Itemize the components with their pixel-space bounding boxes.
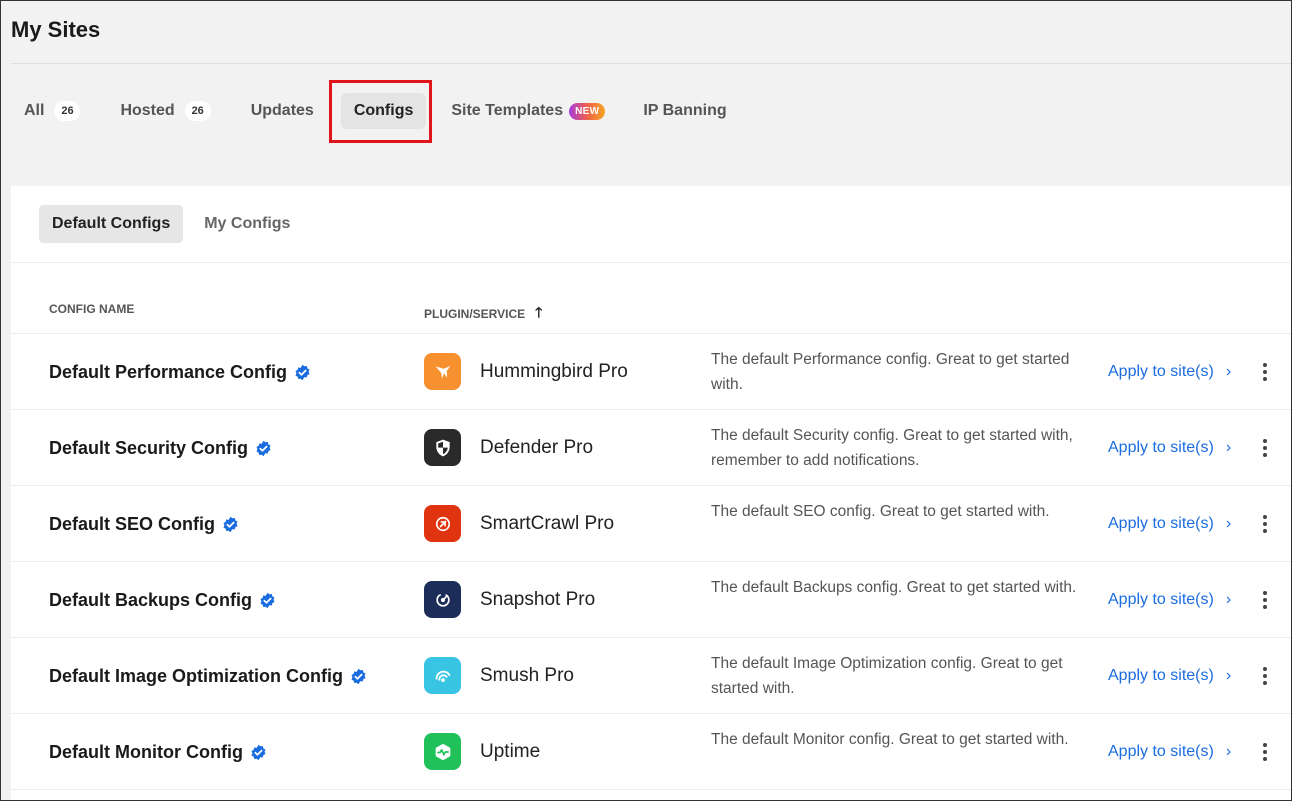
tab-all-count: 26 [54, 101, 81, 121]
tab-hosted-label: Hosted [120, 102, 175, 119]
subtab-my-configs[interactable]: My Configs [191, 205, 303, 243]
plugin-name: Smush Pro [480, 665, 574, 686]
config-name-text: Default SEO Config [49, 513, 215, 534]
config-name: Default Backups Config [49, 562, 276, 638]
apply-to-sites-label: Apply to site(s) [1108, 591, 1214, 608]
chevron-right-icon: › [1225, 363, 1232, 380]
tab-hosted[interactable]: Hosted 26 [107, 93, 223, 129]
smartcrawl-icon [424, 505, 461, 542]
more-options-icon[interactable] [1257, 360, 1273, 384]
title-divider [11, 63, 1291, 64]
plugin-name: Defender Pro [480, 437, 594, 458]
apply-to-sites-link[interactable]: Apply to site(s) › [1108, 562, 1231, 638]
smush-icon [424, 657, 461, 694]
chevron-right-icon: › [1225, 439, 1232, 456]
verified-badge-icon [259, 592, 276, 609]
table-row: Default Performance Config Hummingbird P… [11, 333, 1291, 409]
chevron-right-icon: › [1225, 667, 1232, 684]
config-description: The default Backups config. Great to get… [711, 579, 1077, 596]
config-subtabs: Default Configs My Configs [39, 205, 311, 243]
config-name: Default Image Optimization Config [49, 638, 367, 714]
table-row: Default SEO Config SmartCrawl Pro The de… [11, 485, 1291, 561]
configs-panel: Default Configs My Configs CONFIG NAME P… [11, 186, 1291, 800]
apply-to-sites-label: Apply to site(s) [1108, 515, 1214, 532]
tab-all[interactable]: All 26 [11, 93, 93, 129]
tab-configs-label: Configs [353, 102, 414, 119]
config-name: Default Security Config [49, 410, 272, 486]
more-options-icon[interactable] [1257, 664, 1273, 688]
tab-site-templates[interactable]: Site Templates NEW [438, 93, 618, 129]
config-name: Default Monitor Config [49, 714, 267, 790]
config-name-text: Default Monitor Config [49, 741, 243, 762]
more-options-icon[interactable] [1257, 436, 1273, 460]
column-header-plugin-service-label: PLUGIN/SERVICE [424, 307, 526, 321]
verified-badge-icon [294, 364, 311, 381]
config-name-text: Default Security Config [49, 437, 249, 458]
config-name: Default Performance Config [49, 334, 311, 410]
tab-configs[interactable]: Configs [340, 93, 427, 129]
verified-badge-icon [350, 668, 367, 685]
app-frame: My Sites All 26 Hosted 26 Updates Config… [0, 0, 1292, 801]
defender-shield-icon [424, 429, 461, 466]
panel-divider [11, 262, 1291, 263]
sort-ascending-icon: 🡑 [535, 304, 543, 320]
column-header-plugin-service[interactable]: PLUGIN/SERVICE 🡑 [424, 302, 542, 326]
verified-badge-icon [222, 516, 239, 533]
table-row: Default Image Optimization Config Smush … [11, 637, 1291, 713]
apply-to-sites-label: Apply to site(s) [1108, 667, 1214, 684]
verified-badge-icon [250, 744, 267, 761]
tab-ip-banning[interactable]: IP Banning [630, 93, 739, 129]
config-description: The default SEO config. Great to get sta… [711, 503, 1050, 520]
config-name: Default SEO Config [49, 486, 239, 562]
apply-to-sites-link[interactable]: Apply to site(s) › [1108, 486, 1231, 562]
tab-all-label: All [24, 102, 45, 119]
config-description: The default Performance config. Great to… [711, 351, 1070, 393]
verified-badge-icon [255, 440, 272, 457]
column-header-config-name-label: CONFIG NAME [49, 302, 135, 316]
main-tabs: All 26 Hosted 26 Updates Configs Site Te… [11, 91, 740, 131]
snapshot-icon [424, 581, 461, 618]
config-description: The default Image Optimization config. G… [711, 655, 1063, 697]
tab-site-templates-label: Site Templates [451, 102, 564, 119]
more-options-icon[interactable] [1257, 740, 1273, 764]
config-name-text: Default Performance Config [49, 361, 288, 382]
table-row: Default Monitor Config Uptime The defaul… [11, 713, 1291, 789]
table-row-divider [11, 789, 1291, 800]
hummingbird-icon [424, 353, 461, 390]
plugin-name: Snapshot Pro [480, 589, 596, 610]
plugin-name: SmartCrawl Pro [480, 513, 615, 534]
table-row: Default Security Config Defender Pro The… [11, 409, 1291, 485]
plugin-name: Hummingbird Pro [480, 361, 628, 382]
table-row: Default Backups Config Snapshot Pro The … [11, 561, 1291, 637]
tab-hosted-count: 26 [184, 101, 211, 121]
apply-to-sites-link[interactable]: Apply to site(s) › [1108, 638, 1231, 714]
new-badge: NEW [569, 102, 606, 120]
config-description: The default Monitor config. Great to get… [711, 731, 1069, 748]
apply-to-sites-label: Apply to site(s) [1108, 363, 1214, 380]
chevron-right-icon: › [1225, 591, 1232, 608]
config-description: The default Security config. Great to ge… [711, 427, 1073, 469]
apply-to-sites-label: Apply to site(s) [1108, 743, 1214, 760]
chevron-right-icon: › [1225, 515, 1232, 532]
plugin-name: Uptime [480, 741, 541, 762]
apply-to-sites-label: Apply to site(s) [1108, 439, 1214, 456]
uptime-icon [424, 733, 461, 770]
column-header-config-name[interactable]: CONFIG NAME [49, 302, 134, 316]
more-options-icon[interactable] [1257, 512, 1273, 536]
chevron-right-icon: › [1225, 743, 1232, 760]
page-title: My Sites [11, 17, 101, 42]
tab-updates-label: Updates [250, 102, 314, 119]
apply-to-sites-link[interactable]: Apply to site(s) › [1108, 714, 1231, 790]
apply-to-sites-link[interactable]: Apply to site(s) › [1108, 410, 1231, 486]
tab-ip-banning-label: IP Banning [643, 102, 727, 119]
tab-updates[interactable]: Updates [238, 93, 327, 129]
more-options-icon[interactable] [1257, 588, 1273, 612]
config-name-text: Default Backups Config [49, 589, 253, 610]
subtab-default-configs[interactable]: Default Configs [39, 205, 184, 243]
apply-to-sites-link[interactable]: Apply to site(s) › [1108, 334, 1231, 410]
config-name-text: Default Image Optimization Config [49, 665, 344, 686]
